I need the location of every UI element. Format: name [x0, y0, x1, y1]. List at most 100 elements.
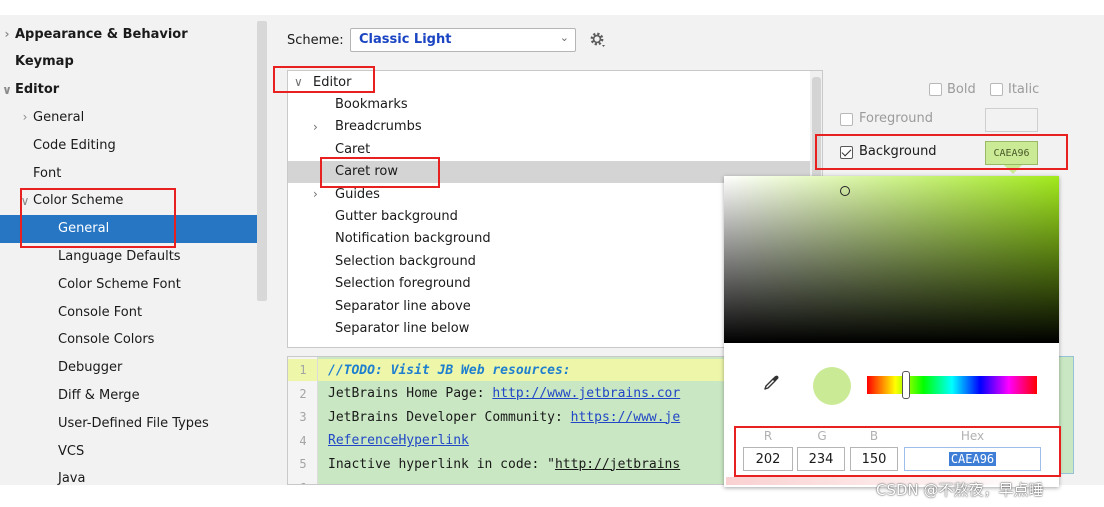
line-number: 3	[299, 410, 307, 424]
sidebar-item[interactable]: VCS	[0, 437, 257, 465]
sidebar-item-label: Diff & Merge	[58, 387, 140, 403]
sidebar-item-label: Debugger	[58, 360, 123, 376]
sidebar-item[interactable]: User-Defined File Types	[0, 409, 257, 437]
sidebar-item-label: Console Font	[58, 304, 143, 320]
tree-item-label: Gutter background	[335, 208, 458, 224]
tree-item[interactable]: Bookmarks	[288, 93, 810, 115]
sidebar-item[interactable]: Color Scheme Font	[0, 270, 257, 298]
blue-input[interactable]: 150	[850, 447, 898, 471]
sidebar-scrollbar[interactable]	[257, 21, 267, 301]
chevron-right-icon[interactable]: ›	[313, 187, 318, 201]
sidebar-item[interactable]: Debugger	[0, 354, 257, 382]
tree-item[interactable]: ∨ Editor	[288, 71, 810, 93]
code-line[interactable]: 6	[288, 477, 328, 485]
foreground-swatch[interactable]	[985, 108, 1038, 132]
sidebar-item-label: Console Colors	[58, 332, 155, 348]
color-preview-swatch	[813, 367, 851, 405]
chevron-down-icon: ⌄	[559, 31, 569, 44]
chevron-down-icon[interactable]: ∨	[18, 194, 32, 208]
code-hyperlink[interactable]: http://www.jetbrains.cor	[492, 386, 680, 401]
green-input[interactable]: 234	[797, 447, 845, 471]
background-swatch-hex: CAEA96	[993, 147, 1030, 159]
chevron-right-icon[interactable]: ›	[313, 120, 318, 134]
tree-item-label: Guides	[335, 186, 380, 202]
line-number: 2	[299, 386, 307, 401]
bold-checkbox[interactable]	[929, 83, 942, 96]
sidebar-item[interactable]: General	[0, 214, 257, 243]
background-swatch[interactable]: CAEA96	[985, 141, 1038, 165]
bold-label: Bold	[947, 82, 976, 97]
saturation-brightness-area[interactable]	[724, 176, 1059, 343]
sidebar-item[interactable]: ∨ Editor	[0, 76, 257, 104]
hue-slider-thumb[interactable]	[902, 371, 910, 399]
line-number: 6	[288, 481, 318, 485]
code-text: //TODO: Visit JB Web resources:	[318, 363, 571, 378]
chevron-right-icon[interactable]: ›	[0, 27, 14, 41]
sidebar-item[interactable]: Language Defaults	[0, 242, 257, 270]
hex-value: CAEA96	[948, 452, 997, 466]
g-label: G	[817, 429, 827, 443]
sidebar-item[interactable]: Diff & Merge	[0, 381, 257, 409]
sidebar-item[interactable]: › Appearance & Behavior	[0, 20, 257, 48]
italic-label: Italic	[1008, 82, 1040, 97]
code-line[interactable]: 5 Inactive hyperlink in code: "http://jet…	[288, 453, 680, 475]
sidebar-item-label: General	[33, 109, 85, 125]
scheme-label: Scheme:	[287, 33, 344, 48]
tree-item[interactable]: › Breadcrumbs	[288, 116, 810, 138]
sidebar-item-label: Editor	[15, 82, 60, 98]
tree-item-label: Notification background	[335, 231, 491, 247]
sidebar-item[interactable]: Console Colors	[0, 326, 257, 354]
hex-label: Hex	[960, 429, 985, 443]
sidebar-item-label: Language Defaults	[58, 248, 181, 264]
line-number: 1	[299, 363, 307, 377]
sidebar-item[interactable]: Java	[0, 465, 257, 485]
saturation-handle[interactable]	[840, 186, 850, 196]
chevron-down-icon[interactable]: ∨	[0, 83, 14, 97]
tree-item[interactable]: Caret	[288, 138, 810, 160]
background-checkbox[interactable]	[840, 146, 853, 159]
sidebar-item[interactable]: Console Font	[0, 298, 257, 326]
green-value: 234	[808, 451, 834, 467]
swatch-pointer	[1004, 165, 1022, 174]
sidebar-item-label: General	[58, 221, 110, 237]
italic-checkbox[interactable]	[990, 83, 1003, 96]
code-line[interactable]: 4 ReferenceHyperlink	[288, 430, 469, 452]
chevron-down-icon[interactable]: ∨	[294, 75, 303, 89]
sidebar-item[interactable]: ∨ Color Scheme	[0, 187, 257, 215]
tree-item-label: Breadcrumbs	[335, 119, 422, 135]
blue-value: 150	[861, 451, 887, 467]
tree-item-label: Separator line below	[335, 320, 470, 336]
watermark: CSDN @不熬夜，早点睡	[876, 481, 1044, 499]
code-hyperlink[interactable]: ReferenceHyperlink	[328, 433, 469, 448]
eyedropper-icon[interactable]	[762, 374, 780, 392]
code-line[interactable]: 2 JetBrains Home Page: http://www.jetbrai…	[288, 383, 680, 405]
code-line[interactable]: 1 //TODO: Visit JB Web resources:	[288, 359, 571, 381]
scheme-select-value: Classic Light	[359, 32, 452, 47]
tree-item-label: Separator line above	[335, 298, 471, 314]
sidebar-item-label: Color Scheme	[33, 193, 124, 209]
foreground-checkbox[interactable]	[840, 113, 853, 126]
gear-icon[interactable]	[589, 31, 607, 49]
scheme-select[interactable]: Classic Light ⌄	[350, 28, 576, 52]
code-text: JetBrains Home Page: http://www.jetbrain…	[318, 386, 680, 401]
sidebar-item-label: Appearance & Behavior	[15, 26, 188, 42]
code-line[interactable]: 3 JetBrains Developer Community: https://…	[288, 406, 680, 428]
code-token: JetBrains Developer Community:	[328, 409, 571, 425]
code-hyperlink[interactable]: https://www.je	[571, 410, 681, 425]
tree-item-label: Selection background	[335, 253, 476, 269]
red-input[interactable]: 202	[743, 447, 793, 471]
hex-input[interactable]: CAEA96	[904, 447, 1041, 471]
code-token: //TODO: Visit JB Web resources:	[328, 362, 571, 378]
sidebar-item[interactable]: Code Editing	[0, 131, 257, 159]
sidebar-item[interactable]: Font	[0, 159, 257, 187]
sidebar-item-label: VCS	[58, 443, 85, 459]
code-token: JetBrains Home Page:	[328, 386, 493, 401]
hue-slider[interactable]	[867, 376, 1037, 394]
sidebar-item[interactable]: Keymap	[0, 48, 257, 76]
sidebar-item-label: Font	[33, 165, 62, 181]
chevron-right-icon[interactable]: ›	[18, 110, 32, 124]
code-text: Inactive hyperlink in code: "http://jetb…	[318, 457, 680, 472]
color-picker-popup: R G B Hex 202 234 150 CAEA96	[724, 176, 1059, 487]
settings-sidebar: › Appearance & Behavior Keymap ∨ Editor › Gene…	[0, 15, 269, 485]
sidebar-item[interactable]: › General	[0, 103, 257, 131]
